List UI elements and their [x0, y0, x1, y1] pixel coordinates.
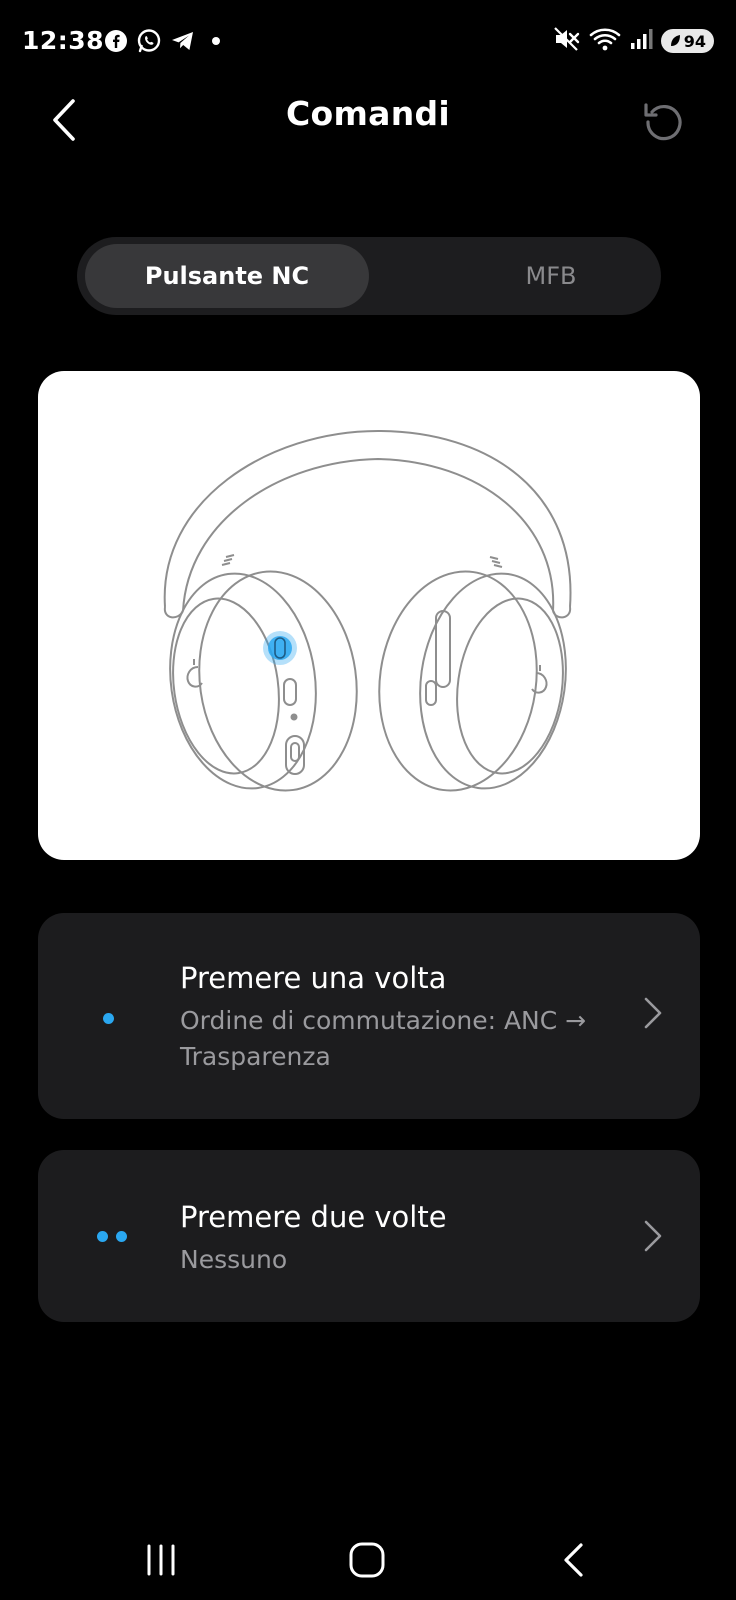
single-dot-icon: [103, 1013, 114, 1024]
recents-icon: [147, 1544, 175, 1576]
mute-icon: [553, 26, 581, 56]
system-navbar: [0, 1520, 736, 1600]
system-icons: 94: [553, 26, 714, 56]
reset-icon: [644, 103, 682, 141]
reset-button[interactable]: [636, 90, 692, 150]
option-title: Premere due volte: [180, 1200, 447, 1234]
double-dot-icon: [116, 1231, 127, 1242]
telegram-icon: [170, 29, 196, 53]
header: Comandi: [0, 84, 736, 184]
nav-back-button[interactable]: [544, 1530, 604, 1590]
signal-icon: [629, 27, 653, 55]
double-dot-icon: [97, 1231, 108, 1242]
chevron-right-icon: [640, 993, 666, 1033]
wifi-icon: [589, 26, 621, 56]
battery-indicator: 94: [660, 29, 714, 53]
tab-mfb[interactable]: MFB: [449, 244, 653, 308]
battery-level: 94: [683, 31, 706, 51]
whatsapp-icon: [136, 28, 162, 54]
status-time: 12:38: [22, 26, 105, 55]
facebook-icon: [104, 29, 128, 53]
page-title: Comandi: [285, 94, 451, 133]
more-notifications-dot: [212, 37, 220, 45]
recents-button[interactable]: [131, 1530, 191, 1590]
option-press-once[interactable]: Premere una volta Ordine di commutazione…: [38, 913, 700, 1119]
back-icon: [564, 1543, 583, 1577]
chevron-right-icon: [640, 1216, 666, 1256]
control-tabs: Pulsante NC MFB: [77, 237, 661, 315]
option-subtitle: Ordine di commutazione: ANC → Trasparenz…: [180, 1006, 587, 1071]
option-title: Premere una volta: [180, 961, 447, 995]
headphones-illustration-card: [38, 371, 700, 860]
status-bar: 12:38 94: [0, 0, 736, 84]
notification-icons: [104, 28, 220, 54]
headphones-illustration: [163, 429, 572, 792]
option-subtitle: Nessuno: [180, 1245, 288, 1274]
home-icon: [349, 1542, 385, 1578]
tab-pulsante-nc[interactable]: Pulsante NC: [85, 244, 369, 308]
home-button[interactable]: [337, 1530, 397, 1590]
leaf-icon: [670, 35, 680, 46]
option-press-twice[interactable]: Premere due volte Nessuno: [38, 1150, 700, 1322]
